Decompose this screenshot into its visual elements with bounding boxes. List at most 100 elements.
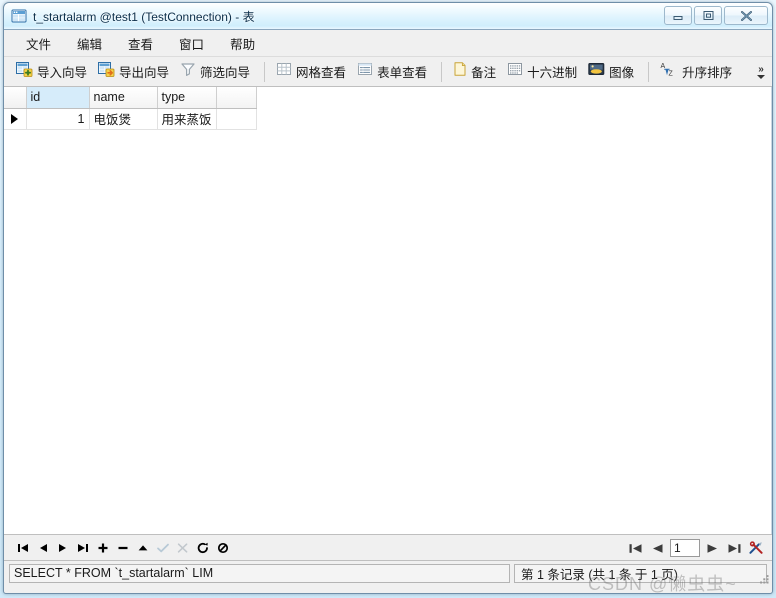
image-icon: [588, 62, 605, 81]
export-wizard-button[interactable]: 导出向导: [94, 60, 176, 84]
column-header-type[interactable]: type: [157, 87, 217, 109]
hex-icon: [507, 61, 523, 82]
image-button[interactable]: 图像: [584, 60, 641, 84]
table-icon: [11, 8, 27, 24]
grid-view-label: 网格查看: [296, 66, 347, 80]
cell-type[interactable]: 用来蒸饭: [157, 108, 217, 130]
close-icon: [740, 10, 752, 21]
menu-view[interactable]: 查看: [115, 31, 166, 56]
column-header-filler: [216, 87, 257, 109]
export-wizard-icon: [98, 61, 115, 82]
nav-apply-changes-button[interactable]: [153, 537, 173, 559]
export-wizard-label: 导出向导: [119, 66, 170, 80]
nav-stop-button[interactable]: [213, 537, 233, 559]
sort-asc-label: 升序排序: [682, 66, 733, 80]
form-icon: [357, 61, 373, 82]
filter-wizard-button[interactable]: 筛选向导: [176, 60, 257, 84]
toolbar-separator-2: [441, 61, 443, 82]
desktop-background: t_startalarm @test1 (TestConnection) - 表: [0, 0, 776, 598]
tools-icon: [748, 540, 763, 554]
table-window: t_startalarm @test1 (TestConnection) - 表: [3, 2, 773, 594]
plus-icon: [98, 543, 108, 552]
window-title: t_startalarm @test1 (TestConnection) - 表: [33, 9, 255, 24]
sort-asc-button[interactable]: A Z 升序排序: [656, 60, 739, 84]
current-row-arrow-icon: [11, 114, 19, 125]
pager-tools-button[interactable]: [746, 537, 766, 559]
form-view-button[interactable]: 表单查看: [353, 60, 434, 84]
hex-label: 十六进制: [527, 66, 578, 80]
pager-next-page-button[interactable]: [702, 537, 722, 559]
toolbar: 导入向导 导出向导 筛选向导 网格查看 表单查看 备注 十六进制 图像 A Z …: [4, 57, 772, 87]
sql-statement-box[interactable]: SELECT * FROM `t_startalarm` LIM: [9, 563, 510, 583]
toolbar-separator-3: [648, 61, 650, 82]
pager-prev-page-button[interactable]: [648, 537, 668, 559]
page-number-input[interactable]: [670, 539, 700, 557]
nav-edit-record-button[interactable]: [133, 537, 153, 559]
nav-first-record-button[interactable]: [13, 537, 33, 559]
nav-refresh-button[interactable]: [193, 537, 213, 559]
maximize-button[interactable]: [694, 6, 722, 25]
column-header-id[interactable]: id: [26, 87, 90, 109]
menu-bar: 文件 编辑 查看 窗口 帮助: [4, 30, 772, 57]
title-bar: t_startalarm @test1 (TestConnection) - 表: [4, 3, 772, 30]
cell-name[interactable]: 电饭煲: [89, 108, 158, 130]
nav-next-record-button[interactable]: [53, 537, 73, 559]
memo-icon: [453, 61, 467, 82]
pager-last-page-button[interactable]: [724, 537, 744, 559]
nav-add-record-button[interactable]: [93, 537, 113, 559]
prev-record-icon: [40, 543, 47, 552]
minimize-icon: [673, 15, 683, 20]
maximize-icon: [703, 11, 713, 20]
resize-grip-icon[interactable]: [758, 572, 770, 584]
row-indicator-cell[interactable]: [4, 108, 27, 130]
image-label: 图像: [609, 66, 635, 80]
first-page-icon: [629, 543, 642, 553]
menu-help[interactable]: 帮助: [217, 31, 268, 56]
nav-prev-record-button[interactable]: [33, 537, 53, 559]
memo-button[interactable]: 备注: [449, 60, 503, 84]
window-controls: [664, 6, 768, 25]
memo-label: 备注: [471, 66, 497, 80]
scissors-icon: [177, 542, 188, 553]
table-row[interactable]: 1 电饭煲 用来蒸饭: [4, 108, 257, 130]
toolbar-overflow-button[interactable]: »: [753, 57, 769, 86]
up-arrow-icon: [138, 544, 148, 550]
toolbar-separator-1: [264, 61, 266, 82]
last-page-icon: [728, 543, 741, 553]
refresh-icon: [197, 542, 208, 553]
close-button[interactable]: [724, 6, 768, 25]
chevron-down-icon: [757, 75, 765, 79]
first-record-icon: [18, 543, 28, 552]
stop-icon: [217, 542, 229, 553]
grid-header-row: id name type: [4, 87, 257, 109]
column-header-name[interactable]: name: [89, 87, 158, 109]
nav-cancel-changes-button[interactable]: [173, 537, 193, 559]
check-icon: [157, 543, 169, 552]
data-grid: id name type 1 电饭煲 用来蒸饭: [4, 87, 257, 130]
data-grid-area[interactable]: id name type 1 电饭煲 用来蒸饭: [4, 87, 772, 535]
hex-button[interactable]: 十六进制: [503, 60, 584, 84]
nav-last-record-button[interactable]: [73, 537, 93, 559]
grid-view-button[interactable]: 网格查看: [272, 60, 353, 84]
nav-delete-record-button[interactable]: [113, 537, 133, 559]
record-info-box: 第 1 条记录 (共 1 条 于 1 页): [514, 563, 767, 583]
grid-icon: [276, 61, 292, 82]
minus-icon: [118, 546, 128, 549]
menu-window[interactable]: 窗口: [166, 31, 217, 56]
next-page-icon: [707, 543, 717, 553]
grid-vertical-scrollbar[interactable]: [771, 87, 772, 534]
pagination-controls: [626, 535, 766, 561]
import-wizard-button[interactable]: 导入向导: [12, 60, 94, 84]
last-record-icon: [78, 543, 88, 552]
toolbar-overflow-chevrons: »: [758, 64, 764, 75]
menu-edit[interactable]: 编辑: [64, 31, 115, 56]
minimize-button[interactable]: [664, 6, 692, 25]
menu-file[interactable]: 文件: [13, 31, 64, 56]
next-record-icon: [59, 543, 66, 552]
cell-id[interactable]: 1: [26, 108, 90, 130]
svg-text:Z: Z: [669, 71, 674, 78]
pager-first-page-button[interactable]: [626, 537, 646, 559]
status-bar: SELECT * FROM `t_startalarm` LIM 第 1 条记录…: [4, 561, 772, 585]
prev-page-icon: [653, 543, 663, 553]
grid-corner-selector[interactable]: [4, 87, 27, 109]
